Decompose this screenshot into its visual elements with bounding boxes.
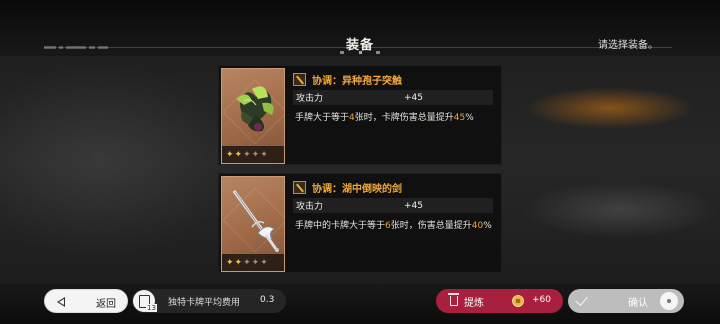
stat-row: 攻击力 +45 bbox=[293, 198, 493, 213]
average-cost-label: 独特卡牌平均费用 bbox=[168, 298, 241, 308]
stat-label: 攻击力 bbox=[296, 94, 324, 104]
refine-button[interactable]: 提炼 +60 bbox=[436, 289, 563, 313]
reflected-sword-art bbox=[232, 190, 279, 252]
star-icon: ✦ bbox=[234, 149, 243, 160]
rarity-stars: ✦ ✦ ✦ ✦ ✦ bbox=[222, 146, 284, 163]
coin-icon bbox=[512, 295, 524, 307]
stat-value: +45 bbox=[404, 200, 423, 211]
refine-gain: +60 bbox=[532, 295, 551, 305]
check-icon bbox=[575, 293, 588, 306]
star-icon: ✦ bbox=[243, 149, 251, 160]
title-underline bbox=[340, 51, 380, 54]
confirm-label: 确认 bbox=[628, 298, 648, 309]
star-icon: ✦ bbox=[226, 149, 234, 160]
star-icon: ✦ bbox=[251, 149, 260, 160]
star-icon: ✦ bbox=[260, 257, 268, 268]
star-icon: ✦ bbox=[226, 257, 234, 268]
confirm-button[interactable]: 确认 bbox=[568, 289, 684, 313]
back-arrow-icon bbox=[57, 297, 65, 307]
star-icon: ✦ bbox=[260, 149, 268, 160]
stat-row: 攻击力 +45 bbox=[293, 90, 493, 105]
stat-label: 攻击力 bbox=[296, 202, 324, 212]
equipment-card[interactable]: ✦ ✦ ✦ ✦ ✦ 协调：湖中倒映的剑 攻击力 +45 手牌中的卡牌大于等于6张时，伤害… bbox=[218, 173, 502, 273]
spore-synapse-art bbox=[236, 86, 274, 132]
item-thumbnail: ✦ ✦ ✦ ✦ ✦ bbox=[221, 176, 285, 272]
sword-icon bbox=[293, 73, 306, 86]
stat-value: +45 bbox=[404, 92, 423, 103]
instruction-text: 请选择装备。 bbox=[598, 40, 658, 51]
rarity-stars: ✦ ✦ ✦ ✦ ✦ bbox=[222, 254, 284, 271]
star-icon: ✦ bbox=[234, 257, 243, 268]
item-name: 协调：异种孢子突触 bbox=[312, 76, 402, 87]
item-name-row: 协调：湖中倒映的剑 bbox=[293, 180, 402, 195]
star-icon: ✦ bbox=[243, 257, 251, 268]
confirm-dot-icon bbox=[660, 292, 678, 310]
card-count: 13 bbox=[146, 304, 157, 312]
average-cost-value: 0.3 bbox=[260, 295, 275, 305]
sword-icon bbox=[293, 181, 306, 194]
back-button[interactable]: 返回 bbox=[44, 289, 128, 313]
equipment-card[interactable]: ✦ ✦ ✦ ✦ ✦ 协调：异种孢子突触 攻击力 +45 手牌大于等于4张时，卡牌伤害总量… bbox=[218, 65, 502, 165]
item-name: 协调：湖中倒映的剑 bbox=[312, 184, 402, 195]
item-description: 手牌中的卡牌大于等于6张时，伤害总量提升40% bbox=[295, 221, 492, 231]
average-cost-panel: 13 独特卡牌平均费用 0.3 bbox=[132, 289, 286, 313]
trash-icon bbox=[448, 293, 459, 306]
refine-label: 提炼 bbox=[464, 298, 484, 309]
back-label: 返回 bbox=[96, 299, 116, 310]
item-thumbnail: ✦ ✦ ✦ ✦ ✦ bbox=[221, 68, 285, 164]
item-name-row: 协调：异种孢子突触 bbox=[293, 72, 402, 87]
item-description: 手牌大于等于4张时，卡牌伤害总量提升45% bbox=[295, 113, 474, 123]
star-icon: ✦ bbox=[251, 257, 260, 268]
